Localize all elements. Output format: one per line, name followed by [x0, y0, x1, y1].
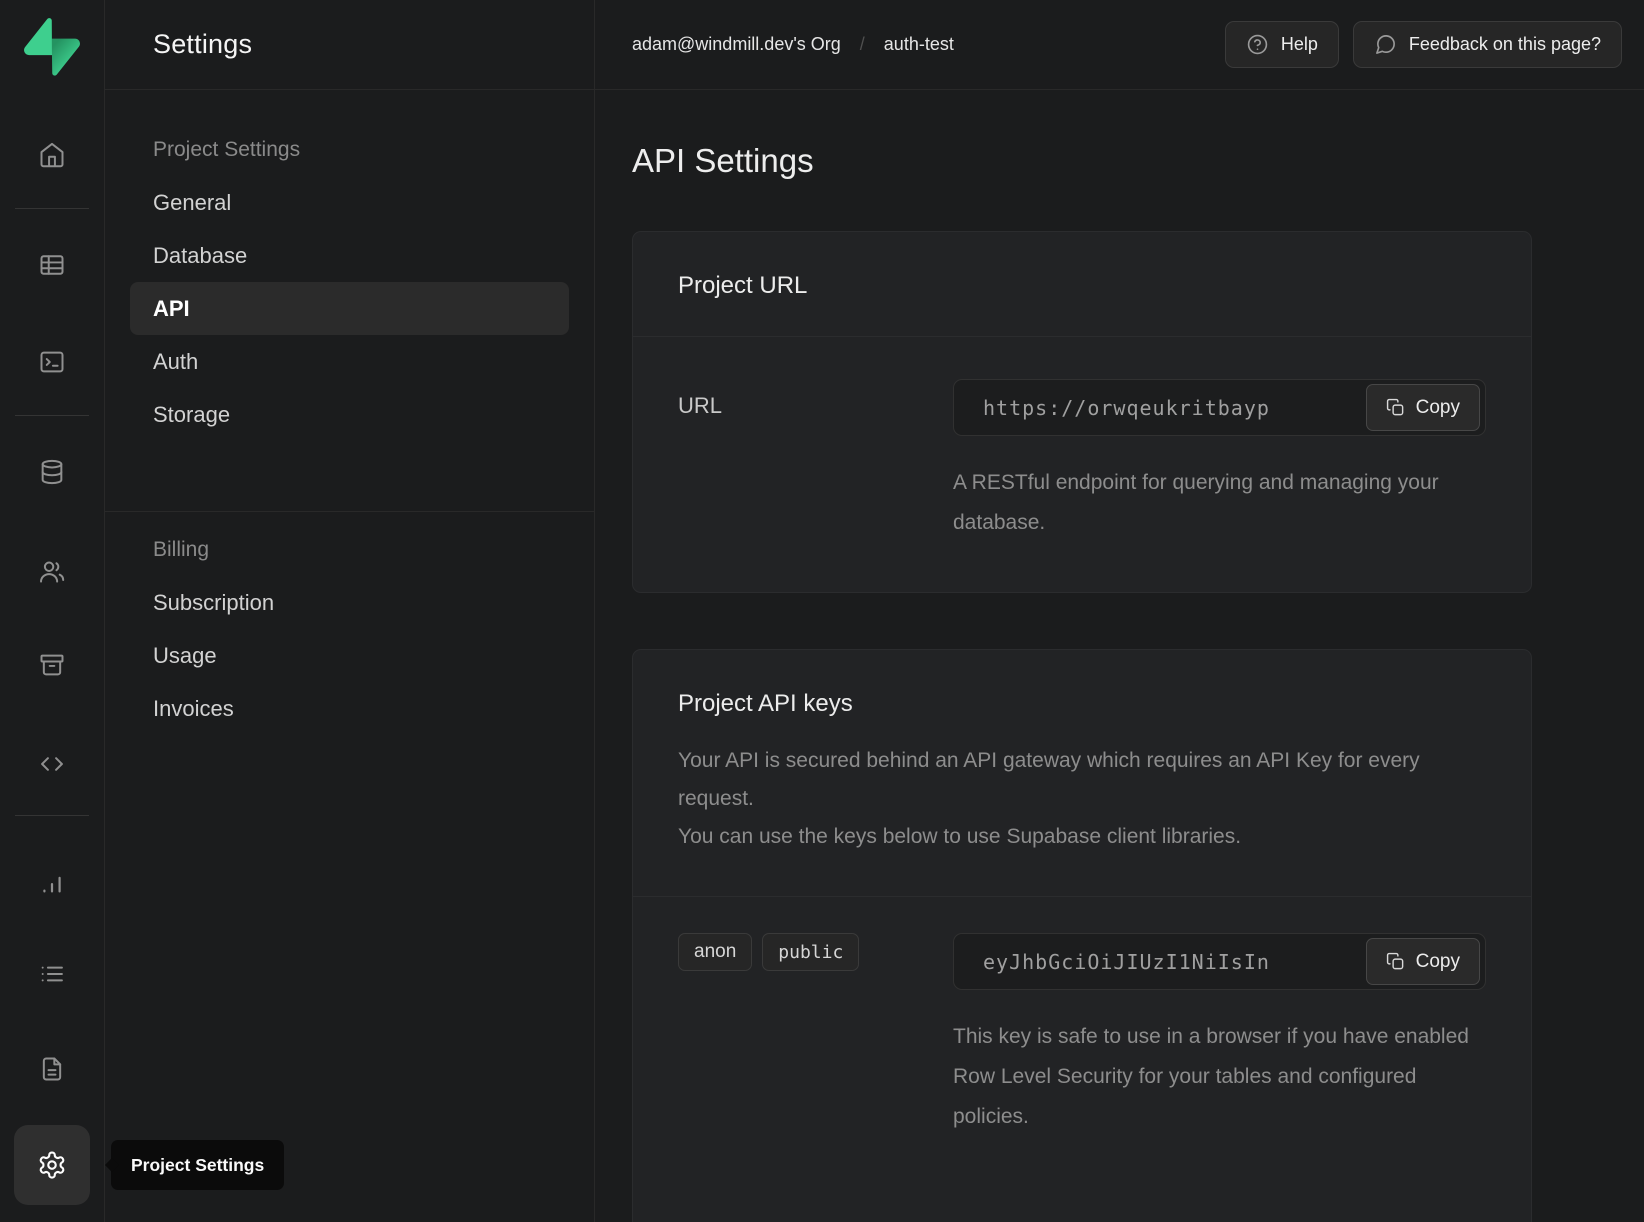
gear-icon — [37, 1150, 67, 1180]
bar-chart-icon — [38, 868, 66, 896]
api-keys-card: Project API keys Your API is secured beh… — [632, 649, 1532, 1222]
topbar-actions: Help Feedback on this page? — [1225, 21, 1622, 68]
sql-editor-icon — [38, 348, 66, 376]
api-keys-description-line1: Your API is secured behind an API gatewa… — [678, 749, 1420, 810]
topbar: adam@windmill.dev's Org / auth-test Help… — [595, 0, 1644, 90]
url-row-value: https://orwqeukritbayp Copy A RESTful en… — [953, 379, 1486, 564]
list-icon — [38, 960, 66, 988]
copy-icon — [1386, 952, 1405, 971]
file-text-icon — [38, 1055, 66, 1083]
code-icon — [38, 750, 66, 778]
breadcrumb-separator: / — [860, 34, 865, 55]
breadcrumb: adam@windmill.dev's Org / auth-test — [632, 34, 954, 55]
nav-section-billing: Billing — [130, 538, 569, 562]
api-keys-description: Your API is secured behind an API gatewa… — [678, 742, 1486, 856]
badge-public: public — [762, 933, 859, 971]
tooltip-label: Project Settings — [131, 1155, 264, 1176]
help-button[interactable]: Help — [1225, 21, 1339, 68]
url-description: A RESTful endpoint for querying and mana… — [953, 463, 1486, 543]
nav-section-project-settings: Project Settings — [130, 138, 569, 162]
project-url-card: Project URL URL https://orwqeukritbayp C… — [632, 231, 1532, 593]
rail-item-authentication[interactable] — [38, 558, 66, 586]
settings-nav: Settings Project Settings General Databa… — [105, 0, 595, 1222]
settings-nav-header: Settings — [105, 0, 594, 90]
rail-item-edge-functions[interactable] — [38, 750, 66, 778]
settings-nav-list: Project Settings General Database API Au… — [105, 138, 594, 735]
divider — [15, 415, 89, 416]
feedback-button-label: Feedback on this page? — [1409, 34, 1601, 55]
supabase-logo[interactable] — [24, 18, 80, 76]
badge-anon: anon — [678, 933, 752, 971]
copy-anon-key-label: Copy — [1416, 951, 1460, 973]
url-row-label: URL — [678, 379, 953, 564]
api-keys-description-line2: You can use the keys below to use Supaba… — [678, 825, 1241, 848]
divider — [15, 815, 89, 816]
nav-item-auth[interactable]: Auth — [130, 335, 569, 388]
main-area: adam@windmill.dev's Org / auth-test Help… — [595, 0, 1644, 1222]
project-url-card-title: Project URL — [678, 272, 1486, 300]
copy-anon-key-button[interactable]: Copy — [1366, 938, 1480, 985]
key-badges: anon public — [678, 933, 953, 971]
database-icon — [38, 458, 66, 486]
breadcrumb-org[interactable]: adam@windmill.dev's Org — [632, 34, 841, 55]
nav-item-database[interactable]: Database — [130, 229, 569, 282]
copy-url-label: Copy — [1416, 397, 1460, 419]
rail-item-api-docs[interactable] — [38, 1055, 66, 1083]
copy-url-button[interactable]: Copy — [1366, 384, 1480, 431]
rail-item-database[interactable] — [38, 458, 66, 486]
divider — [15, 208, 89, 209]
copy-icon — [1386, 398, 1405, 417]
help-circle-icon — [1246, 33, 1269, 56]
rail-item-project-settings[interactable] — [14, 1125, 90, 1205]
nav-item-invoices[interactable]: Invoices — [130, 682, 569, 735]
rail-item-sql-editor[interactable] — [38, 348, 66, 376]
nav-item-general[interactable]: General — [130, 176, 569, 229]
breadcrumb-project[interactable]: auth-test — [884, 34, 954, 55]
project-url-card-header: Project URL — [633, 232, 1531, 337]
anon-key-description: This key is safe to use in a browser if … — [953, 1017, 1486, 1137]
anon-key-row: anon public eyJhbGciOiJIUzI1NiIsIn Copy — [633, 897, 1531, 1222]
help-button-label: Help — [1281, 34, 1318, 55]
rail-item-table-editor[interactable] — [38, 251, 66, 279]
table-editor-icon — [38, 251, 66, 279]
page-content: API Settings Project URL URL https://orw… — [595, 90, 1644, 1222]
rail-item-logs[interactable] — [38, 960, 66, 988]
message-bubble-icon — [1374, 33, 1397, 56]
nav-item-storage[interactable]: Storage — [130, 388, 569, 441]
url-row: URL https://orwqeukritbayp Copy A REST — [633, 337, 1531, 592]
users-icon — [38, 558, 66, 586]
api-keys-card-title: Project API keys — [678, 690, 1486, 718]
supabase-logo-icon — [24, 18, 80, 76]
icon-rail — [0, 0, 105, 1222]
nav-item-usage[interactable]: Usage — [130, 629, 569, 682]
nav-item-subscription[interactable]: Subscription — [130, 576, 569, 629]
settings-title: Settings — [153, 29, 252, 60]
anon-key-input-wrap: eyJhbGciOiJIUzI1NiIsIn Copy — [953, 933, 1486, 990]
rail-item-reports[interactable] — [38, 868, 66, 896]
api-keys-card-header: Project API keys Your API is secured beh… — [633, 650, 1531, 897]
page-title: API Settings — [632, 142, 1532, 180]
feedback-button[interactable]: Feedback on this page? — [1353, 21, 1622, 68]
tooltip-project-settings: Project Settings — [111, 1140, 284, 1190]
anon-key-value-col: eyJhbGciOiJIUzI1NiIsIn Copy This key is … — [953, 933, 1486, 1158]
archive-icon — [38, 651, 66, 679]
nav-item-api[interactable]: API — [130, 282, 569, 335]
home-icon — [38, 141, 66, 169]
url-input-wrap: https://orwqeukritbayp Copy — [953, 379, 1486, 436]
rail-item-storage[interactable] — [38, 651, 66, 679]
app-root: Project Settings Settings Project Settin… — [0, 0, 1644, 1222]
divider — [105, 511, 594, 512]
rail-item-home[interactable] — [38, 141, 66, 169]
anon-key-badges-col: anon public — [678, 933, 953, 1158]
